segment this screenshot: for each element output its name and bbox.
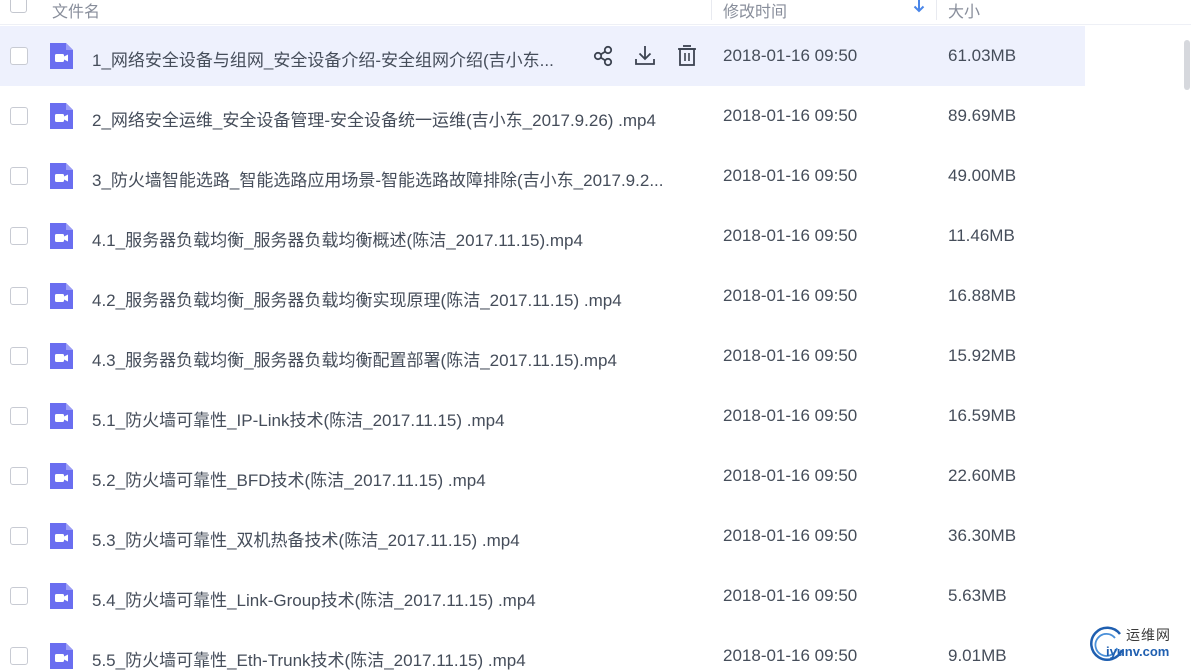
watermark-logo: 运维网 iyunv.com [1086,622,1190,666]
file-row[interactable]: 2_网络安全运维_安全设备管理-安全设备统一运维(吉小东_2017.9.26) … [0,86,1085,146]
file-row[interactable]: 4.1_服务器负载均衡_服务器负载均衡概述(陈洁_2017.11.15).mp4… [0,206,1085,266]
file-name[interactable]: 4.2_服务器负载均衡_服务器负载均衡实现原理(陈洁_2017.11.15) .… [92,286,622,311]
file-name[interactable]: 4.1_服务器负载均衡_服务器负载均衡概述(陈洁_2017.11.15).mp4 [92,226,583,251]
file-size: 11.46MB [948,226,1015,245]
video-file-icon [50,643,73,669]
file-size: 5.63MB [948,586,1007,605]
file-name[interactable]: 4.3_服务器负载均衡_服务器负载均衡配置部署(陈洁_2017.11.15).m… [92,346,617,371]
video-file-icon [50,163,73,189]
video-file-icon [50,583,73,609]
file-size: 16.59MB [948,406,1017,425]
file-modified-time: 2018-01-16 09:50 [723,646,858,665]
file-row[interactable]: 4.3_服务器负载均衡_服务器负载均衡配置部署(陈洁_2017.11.15).m… [0,326,1085,386]
row-checkbox[interactable] [10,407,28,425]
file-size: 9.01MB [948,646,1007,665]
download-icon[interactable] [633,43,657,69]
video-file-icon [50,523,73,549]
file-modified-time: 2018-01-16 09:50 [723,586,858,605]
watermark-text-top: 运维网 [1126,627,1171,643]
file-row[interactable]: 4.2_服务器负载均衡_服务器负载均衡实现原理(陈洁_2017.11.15) .… [0,266,1085,326]
video-file-icon [50,43,73,69]
file-modified-time: 2018-01-16 09:50 [723,406,858,425]
file-row[interactable]: 5.2_防火墙可靠性_BFD技术(陈洁_2017.11.15) .mp4 2018… [0,446,1085,506]
file-modified-time: 2018-01-16 09:50 [723,46,858,65]
select-all-checkbox[interactable] [10,0,27,13]
file-size: 22.60MB [948,466,1017,485]
file-modified-time: 2018-01-16 09:50 [723,226,858,245]
file-name[interactable]: 5.4_防火墙可靠性_Link-Group技术(陈洁_2017.11.15) .… [92,586,536,611]
file-list: 1_网络安全设备与组网_安全设备介绍-安全组网介绍(吉小东... 2018-01-… [0,26,1085,670]
share-icon[interactable] [592,43,616,69]
file-row[interactable]: 1_网络安全设备与组网_安全设备介绍-安全组网介绍(吉小东... 2018-01-… [0,26,1085,86]
file-row[interactable]: 5.4_防火墙可靠性_Link-Group技术(陈洁_2017.11.15) .… [0,566,1085,626]
file-size: 15.92MB [948,346,1017,365]
file-row[interactable]: 3_防火墙智能选路_智能选路应用场景-智能选路故障排除(吉小东_2017.9.2… [0,146,1085,206]
row-checkbox[interactable] [10,167,28,185]
video-file-icon [50,223,73,249]
video-file-icon [50,343,73,369]
file-modified-time: 2018-01-16 09:50 [723,106,858,125]
row-checkbox[interactable] [10,527,28,545]
video-file-icon [50,103,73,129]
file-size: 36.30MB [948,526,1017,545]
column-divider[interactable] [711,0,712,20]
watermark-text-bottom: iyunv.com [1106,644,1170,659]
file-table-header: 文件名 修改时间 大小 [0,0,1085,25]
file-modified-time: 2018-01-16 09:50 [723,346,858,365]
file-modified-time: 2018-01-16 09:50 [723,286,858,305]
file-name[interactable]: 2_网络安全运维_安全设备管理-安全设备统一运维(吉小东_2017.9.26) … [92,106,656,131]
file-name[interactable]: 5.2_防火墙可靠性_BFD技术(陈洁_2017.11.15) .mp4 [92,466,486,491]
file-name[interactable]: 3_防火墙智能选路_智能选路应用场景-智能选路故障排除(吉小东_2017.9.2… [92,166,663,191]
delete-icon[interactable] [675,43,699,69]
row-checkbox[interactable] [10,47,28,65]
row-checkbox[interactable] [10,587,28,605]
row-checkbox[interactable] [10,107,28,125]
video-file-icon [50,283,73,309]
file-list-page: 文件名 修改时间 大小 1_网络安全设备与组网_安全设备介绍-安全组网介绍(吉小… [0,0,1191,670]
video-file-icon [50,403,73,429]
file-name[interactable]: 5.1_防火墙可靠性_IP-Link技术(陈洁_2017.11.15) .mp4 [92,406,505,431]
row-actions [592,43,702,69]
file-size: 89.69MB [948,106,1017,125]
file-modified-time: 2018-01-16 09:50 [723,466,858,485]
file-name[interactable]: 1_网络安全设备与组网_安全设备介绍-安全组网介绍(吉小东... [92,46,554,71]
file-row[interactable]: 5.3_防火墙可靠性_双机热备技术(陈洁_2017.11.15) .mp4 201… [0,506,1085,566]
row-checkbox[interactable] [10,227,28,245]
file-modified-time: 2018-01-16 09:50 [723,166,858,185]
column-header-name[interactable]: 文件名 [52,0,100,22]
file-size: 16.88MB [948,286,1017,305]
file-size: 61.03MB [948,46,1017,65]
row-checkbox[interactable] [10,647,28,665]
vertical-scrollbar[interactable] [1184,40,1190,90]
column-header-size[interactable]: 大小 [948,0,980,22]
sort-down-arrow-icon[interactable] [912,0,926,14]
file-row[interactable]: 5.1_防火墙可靠性_IP-Link技术(陈洁_2017.11.15) .mp4… [0,386,1085,446]
row-checkbox[interactable] [10,467,28,485]
video-file-icon [50,463,73,489]
file-size: 49.00MB [948,166,1017,185]
file-modified-time: 2018-01-16 09:50 [723,526,858,545]
file-name[interactable]: 5.5_防火墙可靠性_Eth-Trunk技术(陈洁_2017.11.15) .m… [92,646,526,670]
column-header-modified-time[interactable]: 修改时间 [723,0,787,22]
column-divider[interactable] [936,0,937,20]
row-checkbox[interactable] [10,287,28,305]
row-checkbox[interactable] [10,347,28,365]
file-row[interactable]: 5.5_防火墙可靠性_Eth-Trunk技术(陈洁_2017.11.15) .m… [0,626,1085,670]
header-extension [1085,0,1191,25]
file-name[interactable]: 5.3_防火墙可靠性_双机热备技术(陈洁_2017.11.15) .mp4 [92,526,520,551]
